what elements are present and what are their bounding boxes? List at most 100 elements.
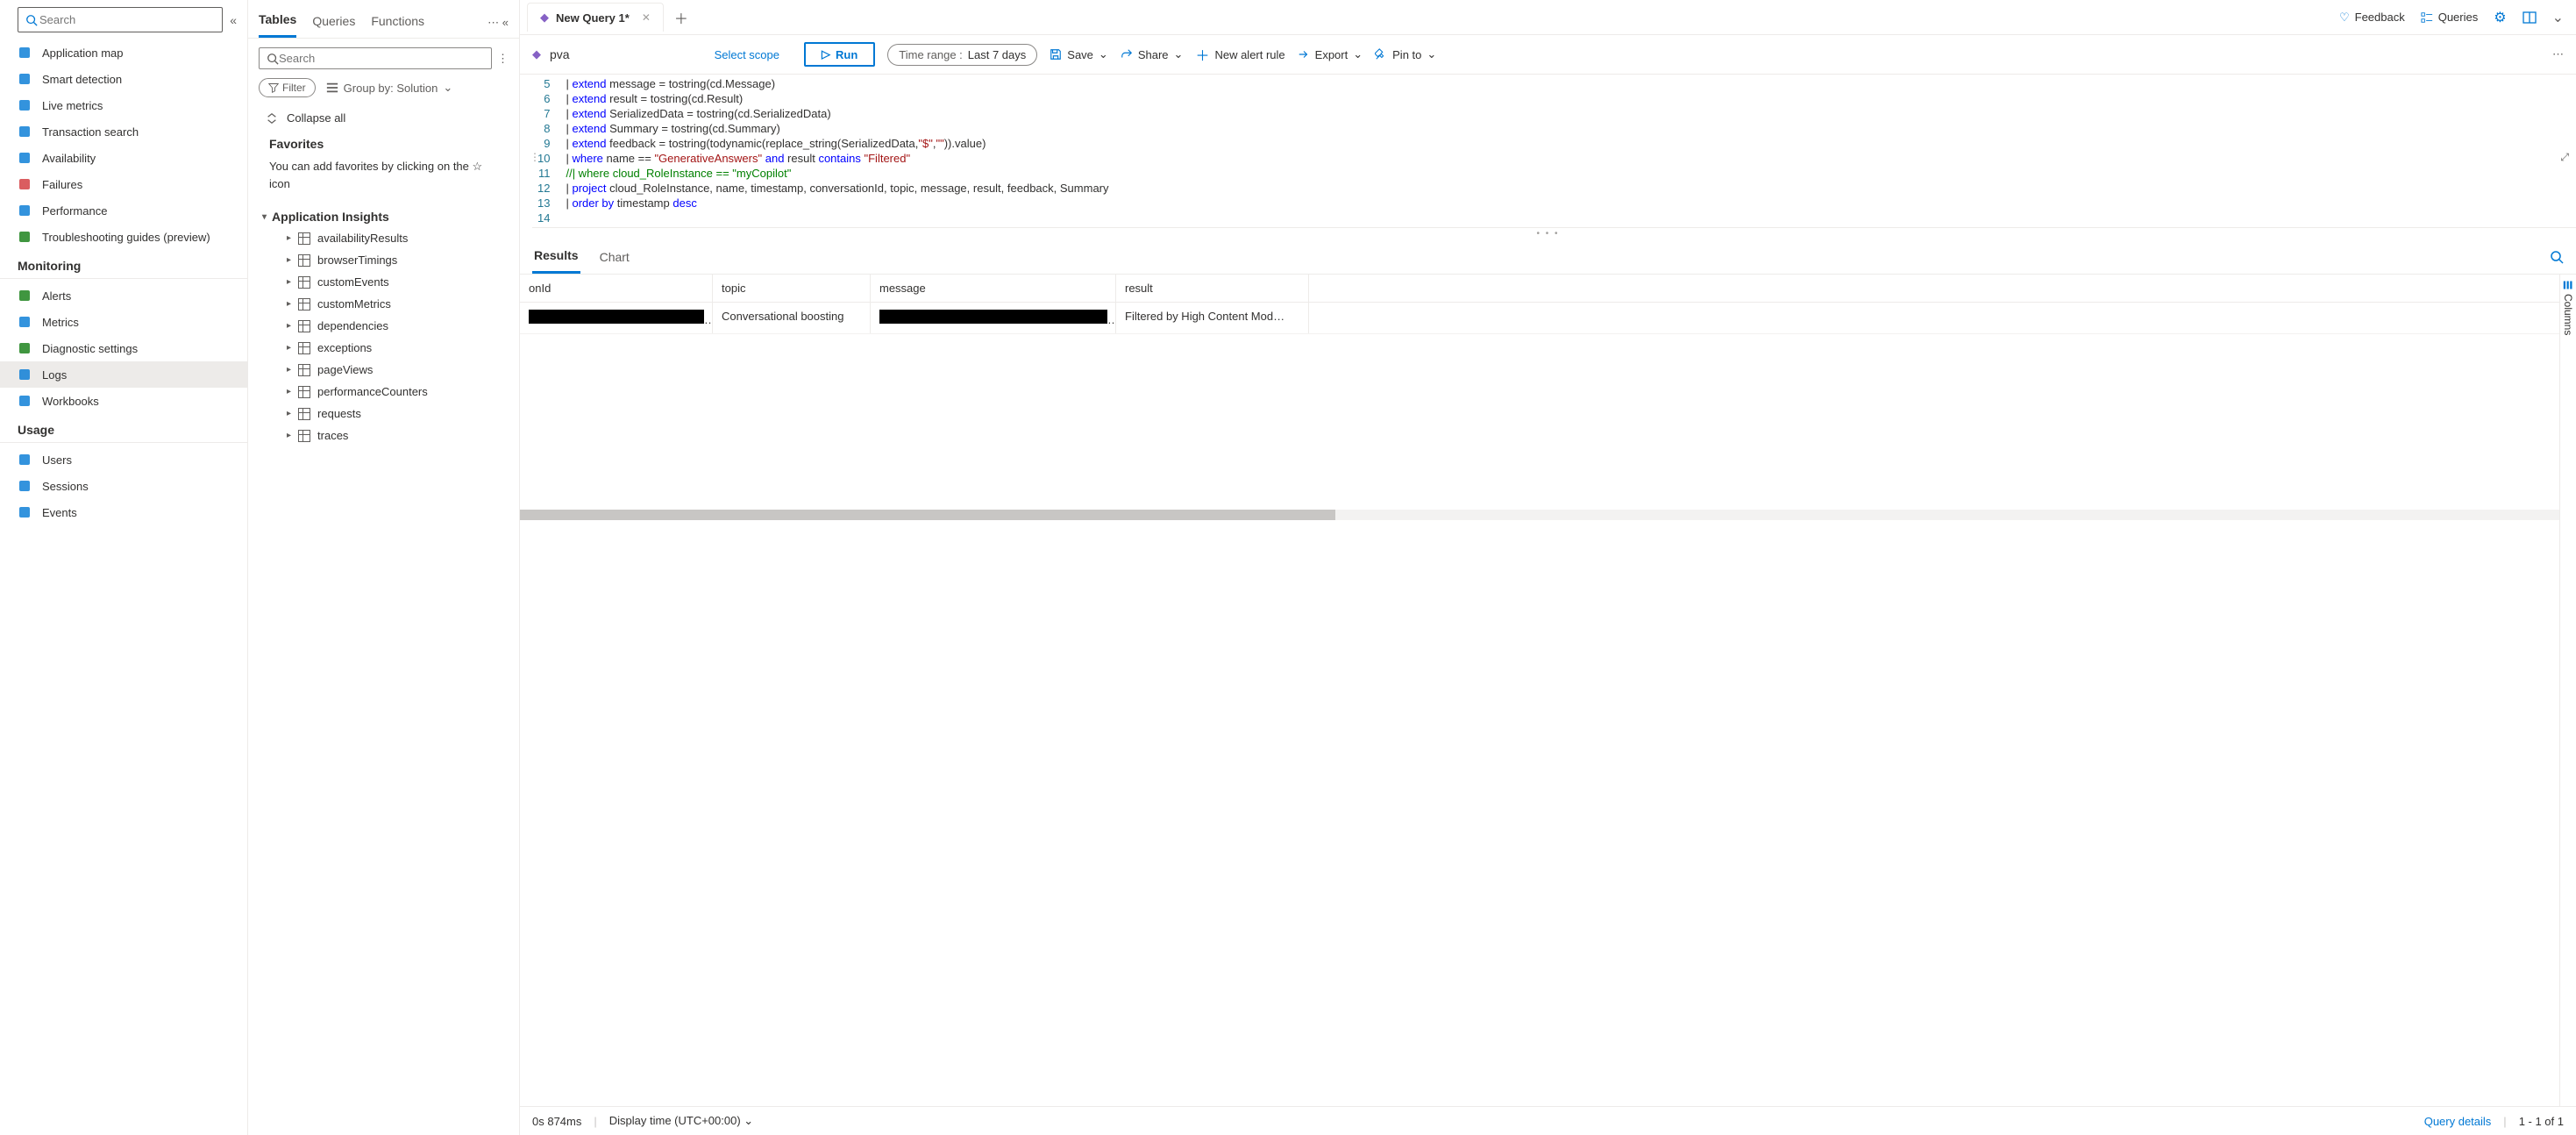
close-tab-icon[interactable]: ✕	[642, 11, 651, 24]
export-button[interactable]: Export ⌄	[1298, 47, 1363, 61]
tree-item-customEvents[interactable]: ▸customEvents	[262, 271, 505, 293]
add-tab-button[interactable]: ＋	[664, 0, 699, 35]
schema-search[interactable]	[259, 47, 492, 69]
run-button[interactable]: ▷ Run	[804, 42, 875, 67]
time-range-picker[interactable]: Time range : Last 7 days	[887, 44, 1037, 66]
chevron-down-icon: ⌄	[1427, 47, 1436, 61]
columns-icon	[2563, 280, 2573, 290]
nav-item-workbooks[interactable]: Workbooks	[0, 388, 247, 414]
tree-item-traces[interactable]: ▸traces	[262, 425, 505, 446]
nav-item-alerts[interactable]: Alerts	[0, 282, 247, 309]
results-tab-results[interactable]: Results	[532, 239, 580, 274]
panel-icon[interactable]	[2523, 11, 2537, 25]
tree-item-customMetrics[interactable]: ▸customMetrics	[262, 293, 505, 315]
chevron-down-icon[interactable]: ⌄	[2552, 9, 2564, 26]
table-row[interactable]: Conversational boosting Filtered by High …	[520, 303, 2559, 334]
results-search-icon[interactable]	[2550, 250, 2564, 264]
tree-item-exceptions[interactable]: ▸exceptions	[262, 337, 505, 359]
nav-item-logs[interactable]: Logs	[0, 361, 247, 388]
query-details-link[interactable]: Query details	[2424, 1115, 2492, 1128]
feedback-button[interactable]: ♡ Feedback	[2339, 11, 2405, 25]
cell-result: Filtered by High Content Mod…	[1116, 303, 1309, 333]
search-icon	[18, 125, 32, 139]
nav-item-smart-detection[interactable]: Smart detection	[0, 66, 247, 92]
collapse-sidebar-icon[interactable]: «	[230, 13, 237, 27]
nav-item-label: Smart detection	[42, 73, 122, 86]
nav-item-transaction-search[interactable]: Transaction search	[0, 118, 247, 145]
schema-more-icon[interactable]: ⋮	[497, 52, 509, 66]
book-icon	[18, 230, 32, 244]
tree-item-label: requests	[317, 407, 361, 420]
schema-tab-tables[interactable]: Tables	[259, 7, 296, 38]
nav-item-label: Alerts	[42, 289, 71, 303]
display-time-button[interactable]: Display time (UTC+00:00) ⌄	[609, 1114, 753, 1128]
tree-item-requests[interactable]: ▸requests	[262, 403, 505, 425]
status-bar: 0s 874ms | Display time (UTC+00:00) ⌄ Qu…	[520, 1106, 2576, 1135]
schema-tab-queries[interactable]: Queries	[312, 9, 355, 37]
collapse-all-button[interactable]: Collapse all	[248, 106, 519, 130]
nav-item-label: Transaction search	[42, 125, 139, 139]
tree-item-performanceCounters[interactable]: ▸performanceCounters	[262, 381, 505, 403]
sidebar-search[interactable]	[18, 7, 223, 32]
select-scope-link[interactable]: Select scope	[715, 48, 779, 61]
drag-handle-icon[interactable]: ⋮	[530, 151, 540, 163]
save-button[interactable]: Save ⌄	[1050, 47, 1108, 61]
gear-icon[interactable]: ⚙	[2494, 9, 2506, 26]
tree-item-availabilityResults[interactable]: ▸availabilityResults	[262, 227, 505, 249]
tree-item-browserTimings[interactable]: ▸browserTimings	[262, 249, 505, 271]
more-icon[interactable]: ⋯	[2552, 47, 2564, 61]
pulse-icon	[18, 98, 32, 112]
bars-icon	[18, 177, 32, 191]
pin-button[interactable]: Pin to ⌄	[1375, 47, 1436, 61]
nav-item-failures[interactable]: Failures	[0, 171, 247, 197]
nav-item-live-metrics[interactable]: Live metrics	[0, 92, 247, 118]
search-icon	[267, 53, 279, 65]
schema-tab-functions[interactable]: Functions	[371, 9, 424, 37]
column-header-topic[interactable]: topic	[713, 275, 871, 302]
tree-item-pageViews[interactable]: ▸pageViews	[262, 359, 505, 381]
horizontal-scrollbar[interactable]	[520, 510, 2559, 520]
nav-item-metrics[interactable]: Metrics	[0, 309, 247, 335]
expand-editor-icon[interactable]: ⤢	[2560, 151, 2569, 164]
caret-right-icon: ▸	[287, 233, 291, 243]
query-editor[interactable]: ⋮ 567891011121314 | extend message = tos…	[532, 75, 2576, 228]
tree-group-appinsights[interactable]: ▾ Application Insights	[262, 206, 505, 227]
nav-item-application-map[interactable]: Application map	[0, 39, 247, 66]
nav-item-label: Events	[42, 506, 77, 519]
nav-item-availability[interactable]: Availability	[0, 145, 247, 171]
query-tab[interactable]: ◆ New Query 1* ✕	[527, 3, 664, 32]
favorites-heading: Favorites	[248, 130, 519, 154]
share-button[interactable]: Share ⌄	[1121, 47, 1184, 61]
nav-item-users[interactable]: Users	[0, 446, 247, 473]
resize-handle[interactable]: • • •	[520, 228, 2576, 239]
filter-button[interactable]: Filter	[259, 78, 316, 97]
groupby-dropdown[interactable]: Group by: Solution ⌄	[326, 81, 453, 95]
column-header-conversationId[interactable]: onId	[520, 275, 713, 302]
cell-topic: Conversational boosting	[713, 303, 871, 333]
nav-item-label: Performance	[42, 204, 107, 218]
sidebar-search-input[interactable]	[38, 11, 215, 28]
queries-button[interactable]: Queries	[2421, 11, 2479, 24]
nav-item-sessions[interactable]: Sessions	[0, 473, 247, 499]
schema-collapse-icon[interactable]: ⋯ «	[487, 16, 509, 30]
tree-item-dependencies[interactable]: ▸ dependencies	[262, 315, 505, 337]
results-tab-chart[interactable]: Chart	[598, 241, 631, 273]
export-icon	[1298, 48, 1310, 61]
nav-item-diagnostic-settings[interactable]: Diagnostic settings	[0, 335, 247, 361]
cell-conversationId	[520, 303, 713, 333]
nav-item-events[interactable]: Events	[0, 499, 247, 525]
editor-code[interactable]: | extend message = tostring(cd.Message)|…	[559, 75, 2576, 227]
heart-icon: ♡	[2339, 11, 2350, 25]
caret-right-icon: ▸	[287, 255, 291, 265]
caret-right-icon: ▸	[287, 321, 291, 331]
column-header-message[interactable]: message	[871, 275, 1116, 302]
nav-item-performance[interactable]: Performance	[0, 197, 247, 224]
schema-search-input[interactable]	[279, 52, 484, 65]
tree-item-label: dependencies	[317, 319, 388, 332]
caret-right-icon: ▸	[287, 299, 291, 309]
new-alert-button[interactable]: ＋ New alert rule	[1195, 44, 1284, 65]
column-header-result[interactable]: result	[1116, 275, 1309, 302]
query-duration: 0s 874ms	[532, 1115, 581, 1128]
nav-item-troubleshooting-guides-preview-[interactable]: Troubleshooting guides (preview)	[0, 224, 247, 250]
columns-toggle[interactable]: Columns	[2559, 275, 2576, 1106]
